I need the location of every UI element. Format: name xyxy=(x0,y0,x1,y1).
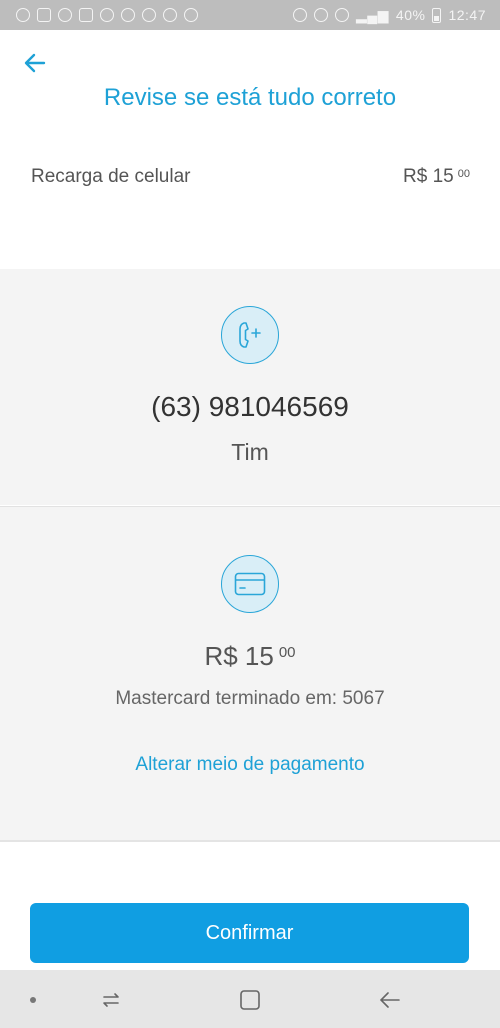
card-description: Mastercard terminado em: 5067 xyxy=(115,688,385,709)
payment-amount-cents: 00 xyxy=(278,644,296,661)
notification-icon xyxy=(121,8,135,22)
phone-add-icon xyxy=(221,306,279,364)
instagram-icon xyxy=(58,8,72,22)
summary-amount: R$ 15 xyxy=(403,166,454,187)
system-icons: ▂▄▆ 40% 12:47 xyxy=(292,6,486,24)
summary-row: Recarga de celular R$ 15 00 xyxy=(31,166,470,188)
carrier-name: Tim xyxy=(231,439,269,465)
change-payment-link[interactable]: Alterar meio de pagamento xyxy=(0,754,500,776)
back-button[interactable] xyxy=(18,48,52,78)
notification-icon xyxy=(37,8,51,22)
battery-percent: 40% xyxy=(395,7,426,23)
notification-icon xyxy=(16,8,30,22)
bell-icon xyxy=(163,8,177,22)
clock: 12:47 xyxy=(448,7,486,23)
back-nav-button[interactable] xyxy=(377,987,403,1013)
notification-icon xyxy=(100,8,114,22)
alarm-icon xyxy=(313,8,328,22)
status-bar: ▂▄▆ 40% 12:47 xyxy=(0,0,500,30)
recent-apps-button[interactable] xyxy=(98,987,124,1013)
notification-icon xyxy=(184,8,198,22)
signal-icon: ▂▄▆ xyxy=(355,6,389,23)
credit-card-icon xyxy=(221,555,279,613)
summary-label: Recarga de celular xyxy=(31,166,191,187)
dot-icon xyxy=(30,997,36,1003)
summary-price: R$ 15 00 xyxy=(403,166,470,188)
home-icon xyxy=(240,990,260,1010)
recent-apps-icon xyxy=(103,993,119,1007)
notification-icon xyxy=(142,8,156,22)
battery-icon xyxy=(432,7,442,23)
divider xyxy=(0,840,500,842)
phone-section: (63) 981046569 Tim xyxy=(0,269,500,505)
summary-cents: 00 xyxy=(457,168,470,180)
home-button[interactable] xyxy=(237,987,263,1013)
page-title: Revise se está tudo correto xyxy=(103,84,397,111)
phone-number: (63) 981046569 xyxy=(151,391,349,422)
arrow-left-icon xyxy=(24,53,46,73)
payment-amount: R$ 15 00 xyxy=(0,641,500,672)
wifi-icon xyxy=(334,8,349,22)
payment-amount-value: R$ 15 xyxy=(204,641,274,671)
confirm-button[interactable]: Confirmar xyxy=(30,903,469,963)
notification-icons xyxy=(16,8,198,22)
gallery-icon xyxy=(79,8,93,22)
mute-icon xyxy=(292,8,307,22)
payment-section: R$ 15 00 Mastercard terminado em: 5067 A… xyxy=(0,506,500,840)
back-arrow-icon xyxy=(380,992,400,1008)
navigation-bar xyxy=(0,970,500,1028)
